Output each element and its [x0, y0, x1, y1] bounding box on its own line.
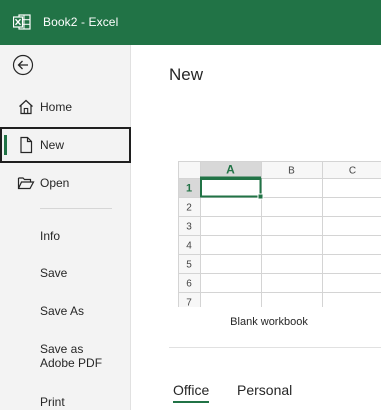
backstage-sidebar: Home New Open Info Save Save As Save as …: [0, 45, 131, 410]
row-header-2: 2: [186, 203, 192, 214]
excel-logo-icon: [13, 14, 31, 30]
blank-workbook-template[interactable]: A B C 1 2 3 4 5 6 7: [178, 161, 381, 307]
back-arrow-icon[interactable]: [12, 54, 34, 76]
sidebar-item-info[interactable]: Info: [40, 229, 60, 243]
sidebar-item-save-as-adobe-pdf[interactable]: Save as Adobe PDF: [40, 342, 120, 370]
column-header-a: A: [226, 163, 235, 177]
row-header-5: 5: [186, 260, 192, 271]
title-bar: Book2 - Excel: [0, 0, 381, 45]
sidebar-item-new[interactable]: New: [0, 127, 131, 163]
active-cell-a1: [200, 178, 262, 198]
sidebar-item-label: Open: [40, 176, 70, 190]
blank-workbook-grid: A B C 1 2 3 4 5 6 7: [178, 161, 381, 307]
sidebar-item-home[interactable]: Home: [0, 89, 131, 125]
main-divider: [169, 347, 381, 348]
tab-personal[interactable]: Personal: [237, 382, 292, 398]
column-header-c: C: [349, 166, 356, 177]
page-title: New: [169, 65, 204, 84]
sidebar-item-print[interactable]: Print: [40, 395, 65, 409]
tab-office[interactable]: Office: [173, 382, 210, 403]
row-header-4: 4: [186, 241, 192, 252]
main-content: New A B C 1 2 3 4 5 6 7 Blank workbook Office Per…: [132, 45, 381, 410]
row-header-3: 3: [186, 222, 192, 233]
new-document-icon: [20, 136, 33, 154]
sidebar-item-save-as[interactable]: Save As: [40, 304, 84, 318]
sidebar-item-label: New: [40, 138, 65, 152]
row-header-1: 1: [186, 183, 192, 195]
home-icon: [19, 99, 33, 115]
column-header-b: B: [288, 166, 295, 177]
sidebar-item-label: Home: [40, 100, 73, 114]
sidebar-divider: [40, 208, 112, 209]
row-header-7: 7: [186, 298, 192, 308]
row-header-6: 6: [186, 279, 192, 290]
template-caption: Blank workbook: [230, 316, 308, 328]
sidebar-item-save[interactable]: Save: [40, 266, 67, 280]
open-folder-icon: [17, 177, 35, 190]
sidebar-item-open[interactable]: Open: [0, 165, 131, 201]
window-title: Book2 - Excel: [43, 15, 119, 29]
